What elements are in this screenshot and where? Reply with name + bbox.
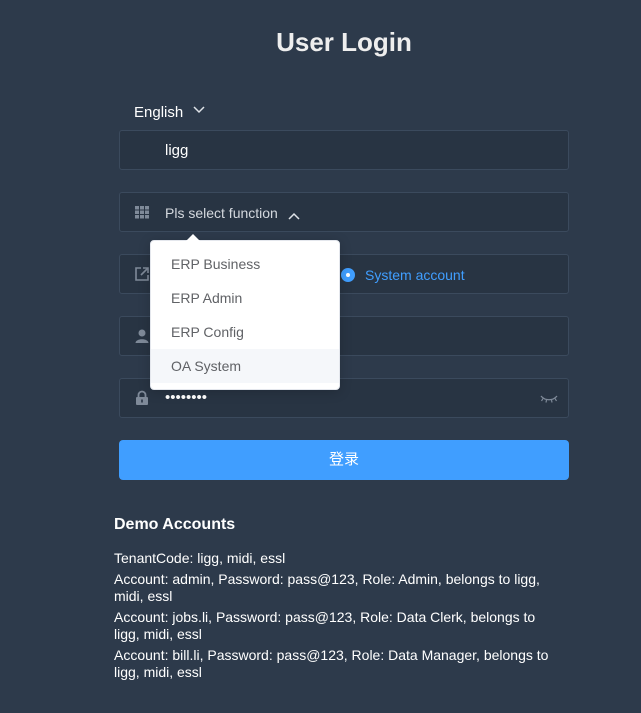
function-dropdown: ERP Business ERP Admin ERP Config OA Sys…: [150, 234, 340, 390]
chevron-up-icon: [288, 207, 300, 225]
dropdown-arrow: [186, 234, 200, 241]
demo-line: Account: admin, Password: pass@123, Role…: [114, 571, 540, 604]
dropdown-option-erp-config[interactable]: ERP Config: [151, 315, 339, 349]
tenant-field[interactable]: ligg: [119, 130, 569, 170]
lock-icon: [134, 390, 150, 406]
external-link-icon: [134, 266, 150, 282]
demo-line: Account: jobs.li, Password: pass@123, Ro…: [114, 609, 536, 642]
function-select[interactable]: Pls select function: [119, 192, 569, 232]
demo-line: TenantCode: ligg, midi, essl: [114, 550, 286, 566]
function-select-placeholder: Pls select function: [165, 205, 278, 221]
dropdown-option-erp-admin[interactable]: ERP Admin: [151, 281, 339, 315]
chevron-down-icon: [193, 101, 205, 118]
tenant-input[interactable]: ligg: [165, 142, 188, 159]
login-page: User Login English ligg Pls select funct…: [0, 0, 641, 713]
system-account-label: System account: [365, 267, 465, 283]
password-input[interactable]: ••••••••: [165, 389, 207, 406]
language-label: English: [134, 104, 184, 121]
dropdown-option-oa-system[interactable]: OA System: [151, 349, 339, 383]
page-title: User Login: [276, 27, 412, 57]
dropdown-option-erp-business[interactable]: ERP Business: [151, 247, 339, 281]
demo-line: Account: bill.li, Password: pass@123, Ro…: [114, 647, 549, 680]
language-selector[interactable]: English: [134, 104, 205, 121]
demo-heading: Demo Accounts: [114, 516, 236, 533]
login-button[interactable]: 登录: [119, 440, 569, 480]
eye-closed-icon[interactable]: [540, 392, 558, 410]
grid-icon: [134, 204, 150, 220]
demo-accounts: Demo Accounts TenantCode: ligg, midi, es…: [114, 516, 559, 685]
radio-selected-icon: [341, 268, 355, 282]
system-account-radio[interactable]: System account: [341, 267, 465, 283]
user-icon: [134, 328, 150, 344]
